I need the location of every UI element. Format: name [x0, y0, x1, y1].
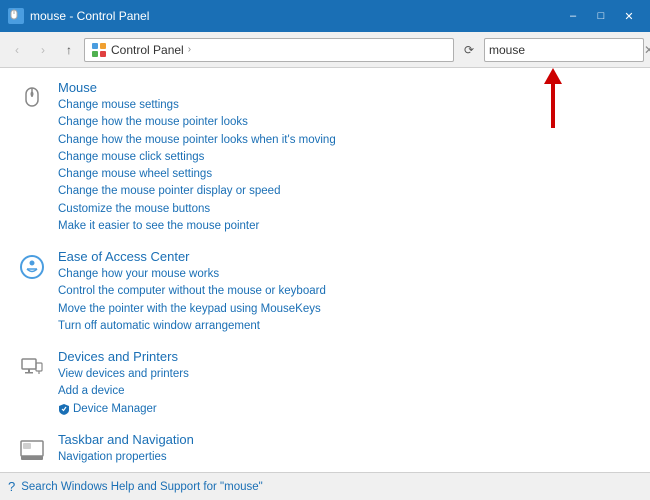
search-input[interactable] [489, 43, 644, 57]
ease-link-3[interactable]: Turn off automatic window arrangement [58, 318, 634, 335]
help-icon: ? [8, 479, 15, 494]
status-bar: ? Search Windows Help and Support for "m… [0, 472, 650, 500]
content-area: Mouse Change mouse settings Change how t… [0, 68, 650, 472]
ease-content: Ease of Access Center Change how your mo… [58, 249, 634, 335]
window-controls: – □ ✕ [560, 6, 642, 26]
mouse-link-4[interactable]: Change mouse wheel settings [58, 166, 634, 183]
status-text[interactable]: Search Windows Help and Support for "mou… [21, 481, 262, 493]
red-arrow [544, 68, 562, 128]
control-panel-icon [91, 42, 107, 58]
window-title: mouse - Control Panel [30, 9, 560, 23]
maximize-button[interactable]: □ [588, 6, 614, 26]
shield-icon [58, 403, 70, 415]
taskbar-content: Taskbar and Navigation Navigation proper… [58, 432, 634, 466]
devices-link-1[interactable]: Add a device [58, 383, 634, 400]
arrow-head [544, 68, 562, 84]
ease-icon [16, 251, 48, 283]
ease-link-0[interactable]: Change how your mouse works [58, 266, 634, 283]
devices-content: Devices and Printers View devices and pr… [58, 349, 634, 418]
mouse-link-2[interactable]: Change how the mouse pointer looks when … [58, 132, 634, 149]
up-button[interactable]: ↑ [58, 39, 80, 61]
back-button[interactable]: ‹ [6, 39, 28, 61]
mouse-link-5[interactable]: Change the mouse pointer display or spee… [58, 183, 634, 200]
refresh-button[interactable]: ⟳ [458, 39, 480, 61]
app-icon [8, 8, 24, 24]
devices-link-2[interactable]: Device Manager [58, 401, 634, 418]
address-bar: ‹ › ↑ Control Panel › ⟳ ✕ [0, 32, 650, 68]
mouse-link-3[interactable]: Change mouse click settings [58, 149, 634, 166]
devices-icon [16, 351, 48, 383]
devices-title[interactable]: Devices and Printers [58, 349, 634, 364]
forward-button[interactable]: › [32, 39, 54, 61]
ease-link-2[interactable]: Move the pointer with the keypad using M… [58, 301, 634, 318]
taskbar-icon [16, 434, 48, 466]
category-devices: Devices and Printers View devices and pr… [16, 349, 634, 418]
ease-title[interactable]: Ease of Access Center [58, 249, 634, 264]
search-clear-button[interactable]: ✕ [644, 43, 650, 57]
minimize-button[interactable]: – [560, 6, 586, 26]
taskbar-link-0[interactable]: Navigation properties [58, 449, 634, 466]
devices-link-0[interactable]: View devices and printers [58, 366, 634, 383]
close-button[interactable]: ✕ [616, 6, 642, 26]
category-mouse: Mouse Change mouse settings Change how t… [16, 80, 634, 235]
mouse-icon [16, 82, 48, 114]
mouse-link-7[interactable]: Make it easier to see the mouse pointer [58, 218, 634, 235]
taskbar-title[interactable]: Taskbar and Navigation [58, 432, 634, 447]
title-bar: mouse - Control Panel – □ ✕ [0, 0, 650, 32]
search-box[interactable]: ✕ [484, 38, 644, 62]
mouse-link-6[interactable]: Customize the mouse buttons [58, 201, 634, 218]
category-taskbar: Taskbar and Navigation Navigation proper… [16, 432, 634, 466]
path-chevron: › [188, 44, 191, 55]
category-ease: Ease of Access Center Change how your mo… [16, 249, 634, 335]
main-window: mouse - Control Panel – □ ✕ ‹ › ↑ Contro… [0, 0, 650, 500]
address-path[interactable]: Control Panel › [84, 38, 454, 62]
arrow-line [551, 84, 555, 128]
ease-link-1[interactable]: Control the computer without the mouse o… [58, 283, 634, 300]
path-segment: Control Panel [111, 43, 184, 57]
